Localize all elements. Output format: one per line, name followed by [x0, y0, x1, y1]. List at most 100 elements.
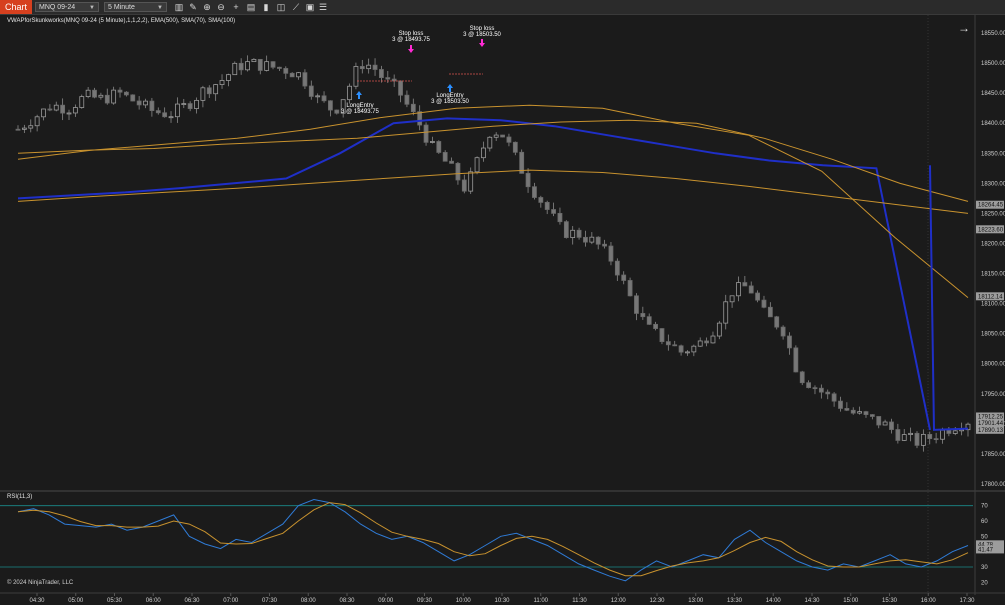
price-chart-area[interactable]: 18550.00 18500.00 18450.00 18400.00 18350.00… — [0, 0, 1005, 605]
candle-body — [940, 429, 945, 440]
candle-body — [232, 62, 238, 76]
candle-body — [742, 282, 748, 287]
time-tick-label: 07:30 — [262, 598, 278, 604]
candle-body — [328, 100, 333, 111]
time-tick-label: 10:30 — [494, 598, 510, 604]
candle-body — [442, 152, 448, 162]
candle-body — [168, 116, 174, 119]
time-tick-label: 04:30 — [29, 598, 45, 604]
time-tick-label: 05:30 — [107, 598, 123, 604]
candle-body — [538, 197, 544, 203]
price-tick-label: 18150.00 — [981, 272, 1005, 278]
candle-body — [200, 87, 206, 101]
candle-body — [704, 340, 709, 344]
candle-body — [436, 141, 442, 153]
stop-loss-detail: 3 @ 18493.75 — [392, 37, 430, 43]
indicator-line — [17, 117, 931, 431]
candle-body — [308, 85, 314, 97]
candle-body — [15, 128, 21, 131]
time-tick-label: 09:00 — [378, 598, 394, 604]
scroll-right-arrow-icon[interactable]: → — [958, 21, 970, 35]
candle-body — [723, 301, 729, 324]
price-tick-label: 18500.00 — [981, 61, 1005, 67]
price-tick-label: 18100.00 — [981, 302, 1005, 308]
candle-body — [136, 100, 142, 106]
candle-body — [838, 400, 843, 409]
candle-body — [117, 89, 123, 93]
time-tick-label: 16:00 — [921, 598, 937, 604]
candle-body — [296, 72, 301, 78]
price-marker-label: 18223.60 — [978, 227, 1004, 233]
candle-body — [21, 127, 27, 130]
candle-body — [347, 85, 352, 101]
candle-body — [876, 416, 882, 426]
time-tick-label: 17:30 — [959, 598, 975, 604]
price-tick-label: 18550.00 — [981, 31, 1005, 37]
candle-body — [155, 110, 161, 114]
candle-body — [226, 74, 231, 81]
price-tick-label: 18450.00 — [981, 91, 1005, 97]
time-tick-label: 14:00 — [766, 598, 782, 604]
candle-body — [869, 414, 875, 417]
candle-body — [653, 323, 658, 329]
candle-body — [793, 347, 799, 373]
time-tick-label: 11:00 — [533, 598, 548, 604]
rsi-panel-title: RSI(11,3) — [7, 494, 33, 500]
candle-body — [162, 112, 168, 118]
candle-body — [889, 421, 894, 430]
candle-body — [506, 136, 512, 143]
candle-body — [206, 87, 212, 95]
candle-body — [774, 316, 780, 328]
candle-body — [104, 94, 110, 104]
time-tick-label: 13:00 — [688, 598, 704, 604]
candle-body — [283, 68, 289, 74]
candle-body — [366, 64, 372, 70]
candle-body — [525, 172, 531, 188]
candle-body — [806, 382, 812, 389]
candle-body — [825, 391, 831, 395]
candle-body — [423, 124, 429, 143]
candle-body — [895, 429, 901, 441]
indicator-legend: VWAPforSkunkworks(MNQ 09-24 (5 Minute),1… — [7, 18, 236, 24]
candle-body — [570, 229, 576, 238]
candle-body — [500, 134, 505, 138]
long-entry-arrow-icon — [356, 91, 362, 99]
candle-body — [920, 433, 926, 446]
candle-body — [181, 103, 187, 105]
candle-body — [34, 116, 40, 127]
rsi-tick-label: 50 — [981, 534, 988, 540]
candle-body — [461, 179, 467, 192]
candle-body — [130, 94, 136, 102]
candle-body — [678, 345, 684, 353]
candle-body — [60, 104, 66, 114]
candle-body — [174, 103, 180, 118]
time-tick-label: 12:00 — [611, 598, 627, 604]
candle-body — [398, 80, 403, 96]
candle-body — [111, 89, 117, 104]
candle-body — [512, 141, 518, 153]
time-tick-label: 05:00 — [68, 598, 84, 604]
candle-body — [493, 134, 499, 138]
price-tick-label: 18250.00 — [981, 211, 1005, 217]
price-marker-label: 18264.45 — [978, 203, 1004, 209]
rsi-line — [17, 498, 969, 582]
candle-body — [882, 421, 888, 426]
time-tick-label: 11:30 — [572, 598, 587, 604]
time-tick-label: 15:00 — [843, 598, 859, 604]
candle-body — [583, 236, 588, 243]
candle-body — [532, 186, 537, 198]
time-tick-label: 08:30 — [339, 598, 355, 604]
candle-body — [818, 387, 824, 393]
candle-body — [143, 100, 148, 106]
candle-body — [321, 95, 327, 102]
candle-body — [755, 292, 760, 301]
candle-body — [665, 341, 671, 346]
candle-body — [646, 316, 652, 325]
stop-loss-arrow-icon — [479, 39, 485, 47]
candle-body — [659, 328, 665, 343]
candle-body — [474, 157, 480, 173]
time-tick-label: 10:00 — [456, 598, 472, 604]
candle-body — [544, 201, 550, 210]
time-tick-label: 12:30 — [649, 598, 665, 604]
stop-loss-arrow-icon — [408, 45, 414, 53]
